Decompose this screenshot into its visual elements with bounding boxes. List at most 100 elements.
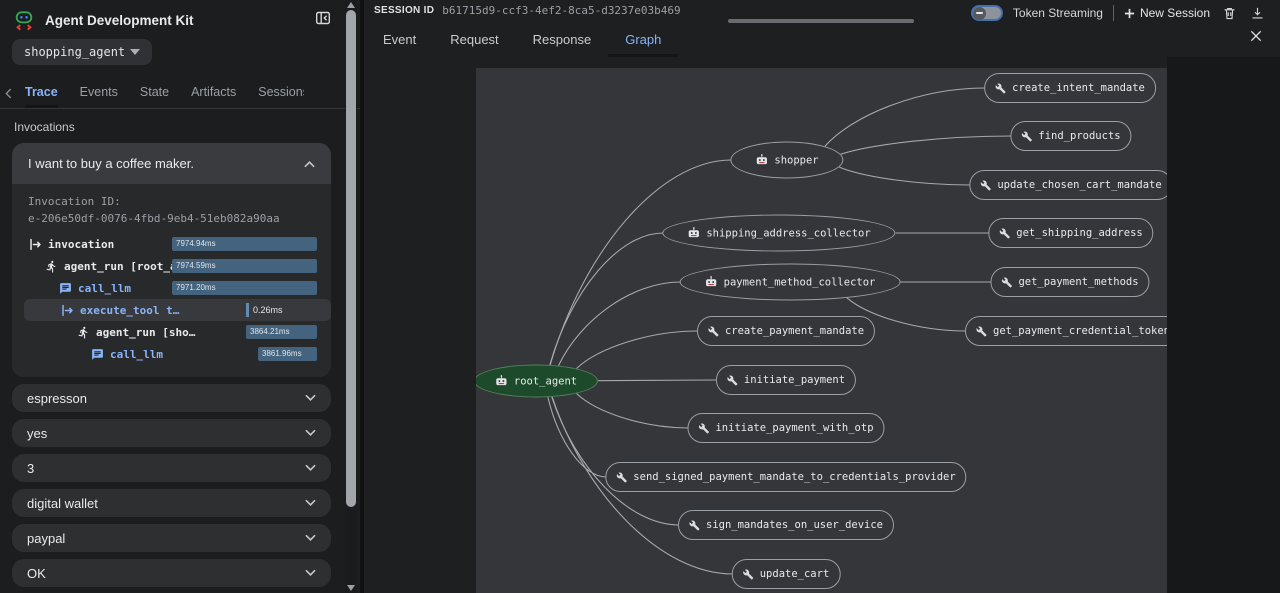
wrench-icon <box>698 423 709 434</box>
wrench-icon <box>1021 131 1032 142</box>
scroll-up-icon[interactable] <box>347 2 355 8</box>
graph-node-update_cart[interactable]: update_cart <box>732 559 841 589</box>
graph-node-find_products[interactable]: find_products <box>1010 121 1131 151</box>
trace-row[interactable]: execute_tool t… <box>24 299 331 321</box>
tab-graph[interactable]: Graph <box>608 24 678 57</box>
main-tabs: EventRequestResponseGraph <box>366 24 678 57</box>
graph-node-get_payment_credential_token[interactable]: get_payment_credential_token <box>965 316 1167 346</box>
graph-node-sign_mandates_on_user_device[interactable]: sign_mandates_on_user_device <box>678 510 894 540</box>
graph-node-root_agent[interactable]: root_agent <box>476 365 598 398</box>
invocation-title: paypal <box>27 531 65 546</box>
trace-duration-bar: 7971.20ms <box>172 281 317 295</box>
invocation-id-label: Invocation ID: <box>28 194 315 211</box>
trash-icon <box>1222 6 1237 21</box>
graph-edge <box>577 394 689 429</box>
token-streaming-toggle[interactable] <box>971 5 1003 21</box>
graph-node-label: root_agent <box>514 375 577 387</box>
tabs-scroll-left-icon[interactable] <box>2 88 14 99</box>
session-id-label: SESSION ID <box>374 5 434 16</box>
graph-edge <box>550 233 664 365</box>
invocation-list: I want to buy a coffee maker. Invocation… <box>12 143 331 593</box>
graph-node-shopper[interactable]: shopper <box>730 142 843 179</box>
graph-edge <box>577 331 699 369</box>
invocation-card[interactable]: paypal <box>12 524 331 552</box>
wrench-icon <box>708 326 719 337</box>
export-session-button[interactable] <box>1248 4 1266 22</box>
invocation-title: yes <box>27 426 47 441</box>
chat-icon <box>58 281 72 295</box>
graph-node-initiate_payment[interactable]: initiate_payment <box>716 365 856 395</box>
input-icon <box>60 303 74 317</box>
trace-duration-bar: 7974.59ms <box>172 259 317 273</box>
robot-icon <box>755 154 768 167</box>
graph-node-label: shopper <box>774 154 818 166</box>
invocation-detail: Invocation ID: e-206e50df-0076-4fbd-9eb4… <box>12 184 331 377</box>
tab-state[interactable]: State <box>140 78 169 108</box>
graph-node-send_signed_payment_mandate_to_credentials_provider[interactable]: send_signed_payment_mandate_to_credentia… <box>605 462 966 492</box>
app-title: Agent Development Kit <box>45 13 194 28</box>
delete-session-button[interactable] <box>1220 4 1238 22</box>
invocation-card[interactable]: digital wallet <box>12 489 331 517</box>
trace-duration-text: 0.26ms <box>253 303 283 317</box>
wrench-icon <box>980 180 991 191</box>
chevron-up-icon <box>304 160 315 168</box>
trace-row-label: call_llm <box>78 282 131 295</box>
trace-duration-bar: 3864.21ms <box>246 325 317 339</box>
horizontal-scrollbar[interactable] <box>728 19 914 23</box>
invocation-card[interactable]: 3 <box>12 454 331 482</box>
graph-node-payment_method_collector[interactable]: payment_method_collector <box>680 264 901 301</box>
vertical-scrollbar[interactable] <box>345 0 357 593</box>
wrench-icon <box>976 326 987 337</box>
invocation-card-header[interactable]: I want to buy a coffee maker. <box>12 143 331 184</box>
agent-select[interactable]: shopping_agent <box>12 39 152 65</box>
tab-event[interactable]: Event <box>366 24 433 57</box>
graph-node-update_chosen_cart_mandate[interactable]: update_chosen_cart_mandate <box>969 170 1167 200</box>
trace-duration-bar: 7974.94ms <box>172 237 317 251</box>
graph-node-label: create_intent_mandate <box>1012 82 1145 94</box>
graph-node-label: get_shipping_address <box>1016 227 1142 239</box>
invocation-title: digital wallet <box>27 496 98 511</box>
trace-row-label: agent_run [sho… <box>96 326 195 339</box>
invocation-card[interactable]: OK <box>12 559 331 587</box>
graph-node-label: send_signed_payment_mandate_to_credentia… <box>633 471 955 483</box>
collapse-panel-button[interactable] <box>314 9 332 27</box>
tab-trace[interactable]: Trace <box>25 78 58 108</box>
tab-sessions[interactable]: Sessions <box>258 78 304 108</box>
graph-node-initiate_payment_with_otp[interactable]: initiate_payment_with_otp <box>687 413 884 443</box>
graph-node-create_payment_mandate[interactable]: create_payment_mandate <box>697 316 875 346</box>
trace-row-label: invocation <box>48 238 114 251</box>
graph-node-label: update_cart <box>760 568 830 580</box>
vertical-scrollbar-thumb[interactable] <box>346 10 356 507</box>
close-button[interactable] <box>1247 27 1265 45</box>
graph-canvas: root_agent shopper shipping_address_collec… <box>476 68 1167 593</box>
graph-edge <box>598 380 717 381</box>
graph-node-label: initiate_payment_with_otp <box>715 422 873 434</box>
graph-node-label: shipping_address_collector <box>706 227 870 239</box>
wrench-icon <box>727 375 738 386</box>
new-session-label: New Session <box>1140 6 1210 20</box>
session-id-value: b61715d9-ccf3-4ef2-8ca5-d3237e03b469 <box>442 4 680 17</box>
chevron-down-icon <box>305 499 316 507</box>
trace-row-label: call_llm <box>110 348 163 361</box>
graph-node-label: get_payment_methods <box>1018 276 1138 288</box>
graph-node-label: create_payment_mandate <box>725 325 864 337</box>
invocation-title: I want to buy a coffee maker. <box>28 156 194 171</box>
graph-node-shipping_address_collector[interactable]: shipping_address_collector <box>662 215 895 252</box>
new-session-button[interactable]: New Session <box>1124 6 1210 20</box>
graph-node-get_payment_methods[interactable]: get_payment_methods <box>990 267 1149 297</box>
graph-node-create_intent_mandate[interactable]: create_intent_mandate <box>984 73 1156 103</box>
invocation-card[interactable]: yes <box>12 419 331 447</box>
graph-node-get_shipping_address[interactable]: get_shipping_address <box>988 218 1153 248</box>
wrench-icon <box>689 520 700 531</box>
wrench-icon <box>995 83 1006 94</box>
collapse-panel-icon <box>315 10 331 26</box>
scroll-down-icon[interactable] <box>347 585 355 591</box>
invocation-card[interactable]: espresson <box>12 384 331 412</box>
tab-artifacts[interactable]: Artifacts <box>191 78 236 108</box>
tab-events[interactable]: Events <box>80 78 118 108</box>
wrench-icon <box>616 472 627 483</box>
tab-request[interactable]: Request <box>433 24 515 57</box>
main-panel: SESSION ID b61715d9-ccf3-4ef2-8ca5-d3237… <box>364 0 1280 593</box>
session-id-row: SESSION ID b61715d9-ccf3-4ef2-8ca5-d3237… <box>374 4 681 17</box>
tab-response[interactable]: Response <box>516 24 609 57</box>
